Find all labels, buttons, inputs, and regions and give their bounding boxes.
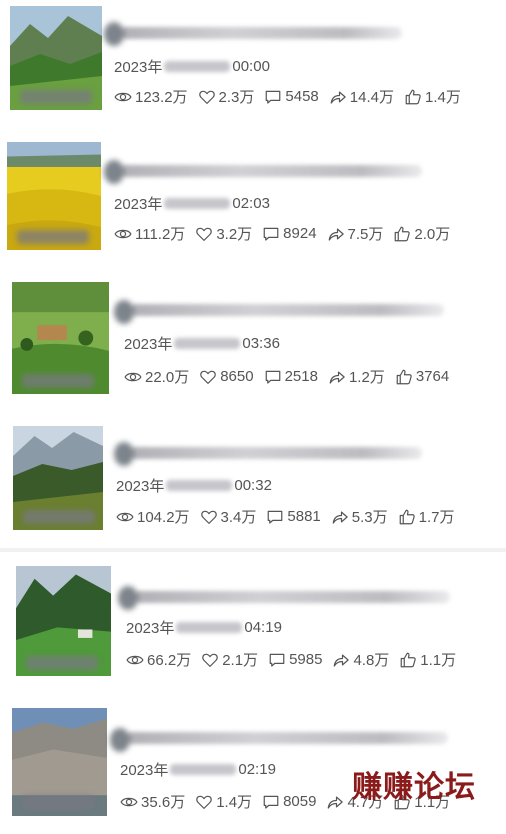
views-stat: 22.0万 [124, 366, 189, 387]
post-title-redacted [134, 591, 450, 603]
views-stat: 66.2万 [126, 649, 191, 670]
eye-icon [114, 88, 132, 106]
post-time: 2023年 02:03 [114, 195, 270, 213]
post-item[interactable]: 2023年 03:36 22.0万 8650 2518 1.2万 3764 [0, 276, 506, 414]
post-time: 2023年 04:19 [126, 619, 282, 637]
thumbs-up-icon [395, 368, 413, 386]
views-stat: 35.6万 [120, 791, 185, 812]
comment-icon [264, 88, 282, 106]
heart-icon [195, 225, 213, 243]
post-time: 2023年 03:36 [124, 335, 280, 353]
comment-icon [266, 508, 284, 526]
views-stat: 104.2万 [116, 506, 190, 527]
post-time: 2023年 00:32 [116, 477, 272, 495]
eye-icon [126, 651, 144, 669]
share-icon [326, 793, 344, 811]
thumbs-stat[interactable]: 1.1万 [399, 649, 456, 670]
post-thumbnail[interactable] [13, 426, 103, 530]
comment-icon [262, 225, 280, 243]
post-stats: 22.0万 8650 2518 1.2万 3764 [124, 366, 459, 387]
likes-stat[interactable]: 1.4万 [195, 791, 252, 812]
comments-stat[interactable]: 8924 [262, 225, 317, 243]
thumbs-up-icon [393, 225, 411, 243]
thumbs-up-icon [399, 651, 417, 669]
comments-stat[interactable]: 5985 [268, 651, 322, 669]
shares-stat[interactable]: 4.8万 [332, 649, 389, 670]
eye-icon [114, 225, 132, 243]
thumbs-stat[interactable]: 2.0万 [393, 223, 450, 244]
shares-stat[interactable]: 14.4万 [329, 86, 394, 107]
likes-stat[interactable]: 8650 [199, 368, 254, 386]
post-title-redacted [120, 165, 422, 177]
eye-icon [124, 368, 142, 386]
comments-stat[interactable]: 5458 [264, 88, 319, 106]
post-title-redacted [130, 447, 422, 459]
thumbs-stat[interactable]: 1.4万 [404, 86, 461, 107]
post-item[interactable]: 2023年 00:32 104.2万 3.4万 5881 5.3万 1.7万 [0, 420, 506, 558]
comments-stat[interactable]: 2518 [264, 368, 318, 386]
post-stats: 123.2万 2.3万 5458 14.4万 1.4万 [114, 86, 471, 107]
heart-icon [195, 793, 213, 811]
post-thumbnail[interactable] [12, 708, 107, 816]
post-item[interactable]: 2023年 00:00 123.2万 2.3万 5458 14.4万 1.4万 [0, 0, 506, 138]
shares-stat[interactable]: 7.5万 [327, 223, 383, 244]
heart-icon [201, 651, 219, 669]
share-icon [331, 508, 349, 526]
heart-icon [199, 368, 217, 386]
thumbs-up-icon [404, 88, 422, 106]
comment-icon [262, 793, 280, 811]
post-thumbnail[interactable] [10, 6, 102, 110]
eye-icon [120, 793, 138, 811]
post-item[interactable]: 2023年 04:19 66.2万 2.1万 5985 4.8万 1.1万 [0, 556, 506, 694]
views-stat: 123.2万 [114, 86, 188, 107]
heart-icon [198, 88, 216, 106]
thumbs-up-icon [398, 508, 416, 526]
share-icon [329, 88, 347, 106]
eye-icon [116, 508, 134, 526]
comments-stat[interactable]: 5881 [266, 508, 321, 526]
likes-stat[interactable]: 2.3万 [198, 86, 254, 107]
likes-stat[interactable]: 2.1万 [201, 649, 258, 670]
post-thumbnail[interactable] [7, 142, 101, 250]
shares-stat[interactable]: 5.3万 [331, 506, 388, 527]
thumbs-stat[interactable]: 1.7万 [398, 506, 455, 527]
heart-icon [200, 508, 218, 526]
share-icon [332, 651, 350, 669]
post-stats: 66.2万 2.1万 5985 4.8万 1.1万 [126, 649, 466, 670]
shares-stat[interactable]: 1.2万 [328, 366, 385, 387]
likes-stat[interactable]: 3.4万 [200, 506, 256, 527]
post-stats: 104.2万 3.4万 5881 5.3万 1.7万 [116, 506, 465, 527]
share-icon [328, 368, 346, 386]
comment-icon [268, 651, 286, 669]
comments-stat[interactable]: 8059 [262, 793, 316, 811]
share-icon [327, 225, 345, 243]
comment-icon [264, 368, 282, 386]
post-thumbnail[interactable] [12, 282, 109, 394]
likes-stat[interactable]: 3.2万 [195, 223, 252, 244]
thumbs-stat[interactable]: 3764 [395, 368, 449, 386]
post-title-redacted [130, 304, 444, 316]
section-divider [0, 548, 506, 552]
views-stat: 111.2万 [114, 223, 185, 244]
post-item[interactable]: 2023年 02:03 111.2万 3.2万 8924 7.5万 2.0万 [0, 138, 506, 276]
post-thumbnail[interactable] [16, 566, 111, 676]
post-stats: 111.2万 3.2万 8924 7.5万 2.0万 [114, 223, 460, 244]
post-time: 2023年 02:19 [120, 761, 276, 779]
watermark: 赚赚论坛 [352, 770, 476, 805]
post-title-redacted [120, 27, 402, 39]
post-time: 2023年 00:00 [114, 58, 270, 76]
post-title-redacted [126, 732, 448, 744]
